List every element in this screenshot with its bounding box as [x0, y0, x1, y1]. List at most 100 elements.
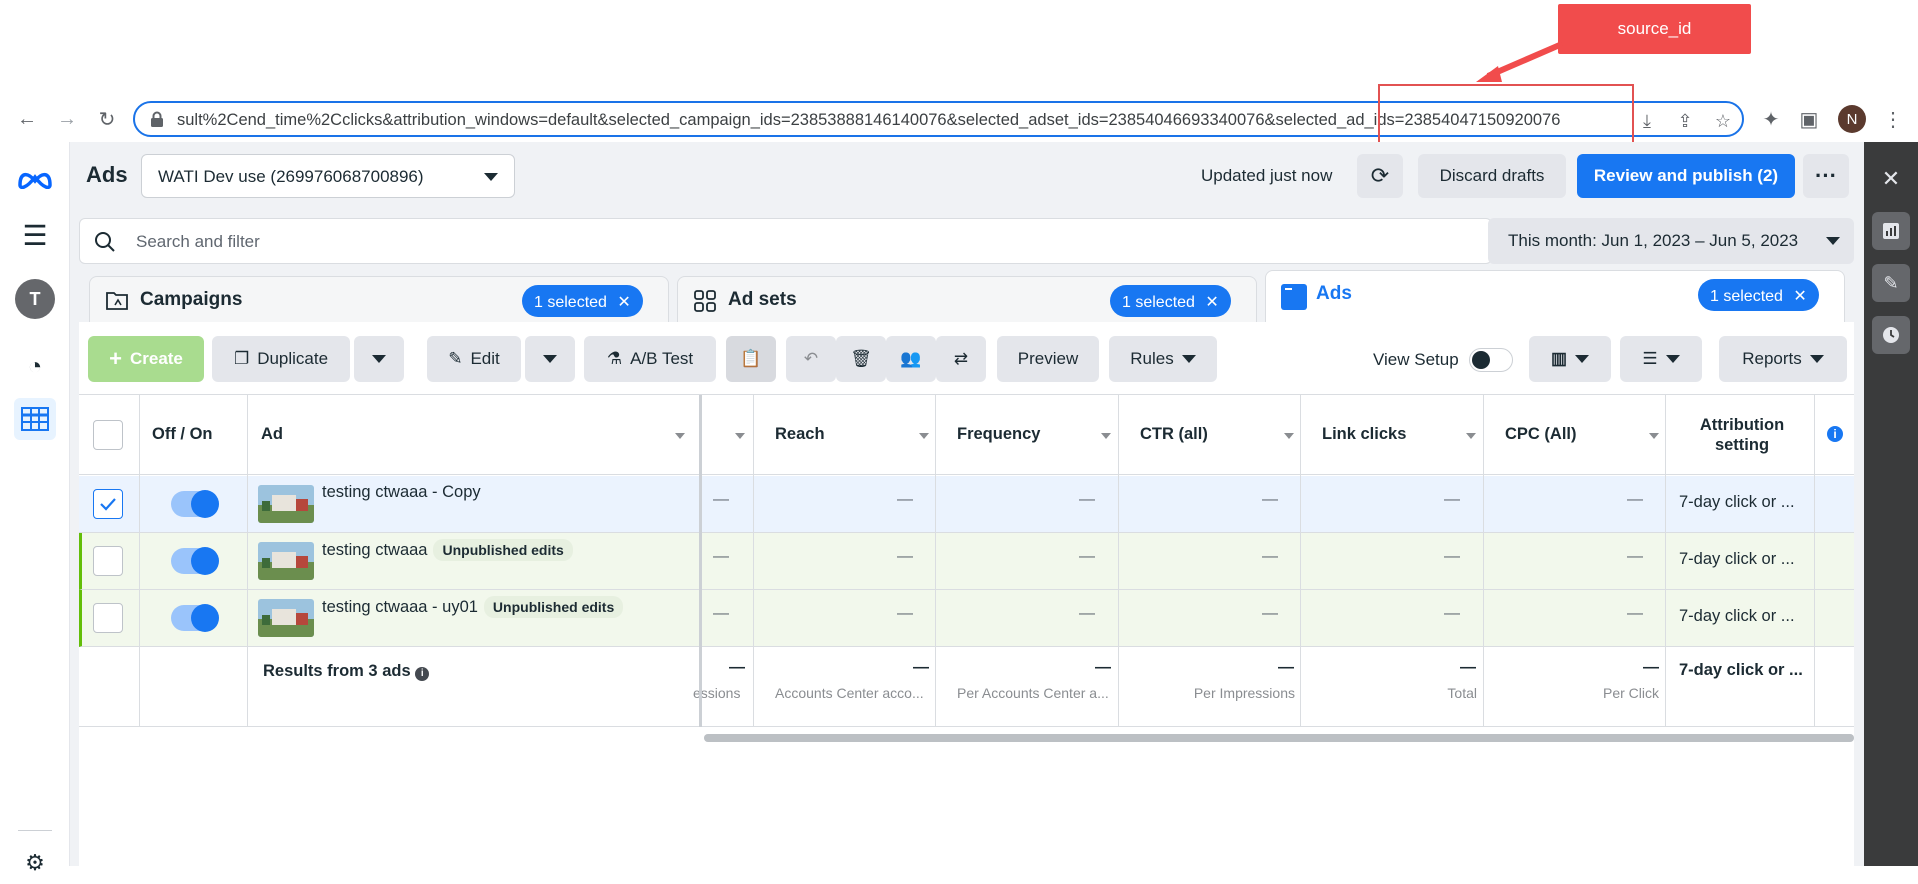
- breakdown-button[interactable]: ☰: [1620, 336, 1702, 382]
- col-header-onoff[interactable]: Off / On: [152, 425, 213, 444]
- col-header-link-clicks[interactable]: Link clicks: [1322, 425, 1406, 444]
- edit-button[interactable]: ✎ Edit: [427, 336, 521, 382]
- create-button[interactable]: + Create: [88, 336, 204, 382]
- settings-gear-icon[interactable]: ⚙: [14, 842, 56, 884]
- extensions-icon[interactable]: ✦: [1758, 106, 1784, 132]
- tab-campaigns[interactable]: Campaigns 1 selected ✕: [89, 276, 669, 322]
- sort-icon[interactable]: [1284, 433, 1294, 439]
- sort-icon[interactable]: [919, 433, 929, 439]
- clipboard-button[interactable]: 📋: [726, 336, 776, 382]
- account-selector[interactable]: WATI Dev use (269976068700896): [141, 154, 515, 198]
- search-filter-bar[interactable]: Search and filter: [79, 218, 1492, 264]
- row-checkbox[interactable]: [93, 603, 123, 633]
- back-icon[interactable]: ←: [14, 106, 40, 132]
- table-row[interactable]: testing ctwaaa Unpublished edits — — — — …: [79, 533, 1854, 590]
- profile-avatar[interactable]: N: [1838, 105, 1866, 133]
- sort-icon[interactable]: [1649, 433, 1659, 439]
- clear-selection-icon[interactable]: ✕: [617, 294, 630, 311]
- sort-icon[interactable]: [1101, 433, 1111, 439]
- menu-kebab-icon[interactable]: ⋮: [1880, 106, 1906, 132]
- close-icon[interactable]: ✕: [1872, 160, 1910, 198]
- ad-status-toggle[interactable]: [171, 547, 219, 575]
- bookmark-star-icon[interactable]: ☆: [1711, 109, 1735, 133]
- history-clock-icon[interactable]: [1872, 316, 1910, 354]
- review-publish-button[interactable]: Review and publish (2): [1577, 154, 1795, 198]
- ads-manager-table-icon[interactable]: [14, 398, 56, 440]
- side-panel-icon[interactable]: ▣: [1796, 106, 1822, 132]
- account-avatar[interactable]: T: [14, 278, 56, 320]
- undo-icon: ↶: [803, 349, 819, 368]
- pencil-icon[interactable]: ✎: [1872, 264, 1910, 302]
- discard-drafts-button[interactable]: Discard drafts: [1418, 154, 1566, 198]
- duplicate-button[interactable]: ❐ Duplicate: [212, 336, 350, 382]
- reload-icon[interactable]: ↻: [94, 106, 120, 132]
- sort-icon[interactable]: [735, 433, 745, 439]
- meta-logo-icon[interactable]: [14, 158, 56, 200]
- right-side-rail: ✕ ✎: [1864, 142, 1918, 866]
- ads-selected-pill[interactable]: 1 selected ✕: [1698, 279, 1819, 311]
- col-header-ad[interactable]: Ad: [261, 425, 283, 444]
- audience-button[interactable]: 👥: [886, 336, 936, 382]
- forward-icon[interactable]: →: [54, 106, 80, 132]
- tab-ads[interactable]: Ads 1 selected ✕: [1265, 270, 1845, 322]
- ad-name[interactable]: testing ctwaaa - Copy: [322, 483, 481, 502]
- ad-name[interactable]: testing ctwaaa - uy01: [322, 598, 478, 616]
- row-checkbox[interactable]: [93, 489, 123, 519]
- ad-thumbnail[interactable]: [258, 542, 314, 580]
- attribution-value: 7-day click or ...: [1679, 550, 1795, 568]
- impressions-value: —: [713, 491, 729, 508]
- rules-button[interactable]: Rules: [1109, 336, 1217, 382]
- edit-dropdown-button[interactable]: [525, 336, 575, 382]
- ad-status-toggle[interactable]: [171, 490, 219, 518]
- delete-button[interactable]: 🗑: [836, 336, 886, 382]
- col-header-cpc[interactable]: CPC (All): [1505, 425, 1577, 444]
- sort-icon[interactable]: [675, 433, 685, 439]
- ab-test-button[interactable]: ⚗ A/B Test: [584, 336, 716, 382]
- campaigns-selected-pill[interactable]: 1 selected ✕: [522, 285, 643, 317]
- duplicate-dropdown-button[interactable]: [354, 336, 404, 382]
- export-button[interactable]: ⇄: [936, 336, 986, 382]
- col-header-frequency[interactable]: Frequency: [957, 425, 1040, 444]
- table-row[interactable]: testing ctwaaa - uy01 Unpublished edits —…: [79, 590, 1854, 647]
- ad-thumbnail[interactable]: [258, 599, 314, 637]
- horizontal-scrollbar[interactable]: [704, 734, 1854, 742]
- hamburger-menu-icon[interactable]: ☰: [14, 214, 56, 256]
- table-row[interactable]: testing ctwaaa - Copy — — — — — — 7-day …: [79, 476, 1854, 533]
- preview-button[interactable]: Preview: [997, 336, 1099, 382]
- select-all-checkbox[interactable]: [93, 420, 123, 450]
- ad-status-toggle[interactable]: [171, 604, 219, 632]
- scrollbar-thumb[interactable]: [704, 734, 1854, 742]
- cpc-sub: Per Click: [1602, 685, 1659, 701]
- frequency-value: —: [1079, 548, 1095, 565]
- col-header-reach[interactable]: Reach: [775, 425, 825, 444]
- chart-icon[interactable]: [1872, 212, 1910, 250]
- ads-manager-main: Ads WATI Dev use (269976068700896) Updat…: [70, 142, 1864, 866]
- url-text[interactable]: sult%2Cend_time%2Cclicks&attribution_win…: [177, 111, 1560, 130]
- reports-button[interactable]: Reports: [1719, 336, 1847, 382]
- refresh-button[interactable]: ⟳: [1357, 154, 1403, 198]
- col-header-ctr[interactable]: CTR (all): [1140, 425, 1208, 444]
- ad-thumbnail[interactable]: [258, 485, 314, 523]
- reach-value: —: [897, 491, 913, 508]
- install-icon[interactable]: ⤓: [1635, 109, 1659, 133]
- tab-adsets[interactable]: Ad sets 1 selected ✕: [677, 276, 1257, 322]
- clear-selection-icon[interactable]: ✕: [1205, 294, 1218, 311]
- info-icon[interactable]: i: [1827, 426, 1843, 442]
- rail-divider: [18, 830, 52, 831]
- more-options-button[interactable]: ···: [1803, 154, 1849, 198]
- columns-button[interactable]: ▥: [1529, 336, 1611, 382]
- sort-icon[interactable]: [1466, 433, 1476, 439]
- undo-button[interactable]: ↶: [786, 336, 836, 382]
- ad-name[interactable]: testing ctwaaa: [322, 541, 427, 559]
- date-range-picker[interactable]: This month: Jun 1, 2023 – Jun 5, 2023: [1488, 218, 1854, 264]
- share-icon[interactable]: ⇪: [1673, 109, 1697, 133]
- col-header-attribution[interactable]: Attribution setting: [1677, 415, 1807, 455]
- dashboard-gauge-icon[interactable]: ◔: [14, 346, 56, 388]
- row-checkbox[interactable]: [93, 546, 123, 576]
- clear-selection-icon[interactable]: ✕: [1793, 288, 1806, 305]
- export-icon: ⇄: [953, 349, 969, 368]
- info-icon[interactable]: i: [415, 667, 430, 681]
- view-setup-toggle[interactable]: [1469, 348, 1513, 372]
- ctr-value: —: [1262, 491, 1278, 508]
- adsets-selected-pill[interactable]: 1 selected ✕: [1110, 285, 1231, 317]
